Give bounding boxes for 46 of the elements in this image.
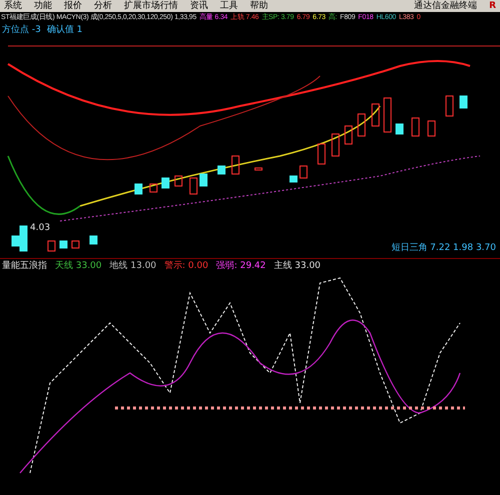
candle	[344, 126, 352, 144]
indicator-label: 方位点 -3	[2, 24, 41, 36]
candle	[396, 124, 404, 134]
candle	[318, 144, 326, 164]
candle	[460, 96, 468, 108]
menu-item[interactable]: 资讯	[190, 0, 208, 12]
indicator-label: 地线 13.00	[110, 260, 156, 272]
indicator-label: 量能五浪指	[2, 260, 47, 272]
indicator-label: 确认值 1	[46, 24, 82, 36]
indicator-label: 强弱: 29.42	[216, 260, 266, 272]
low-price-mark: 4.03	[30, 222, 50, 234]
menu-item[interactable]: 分析	[94, 0, 112, 12]
menu-item[interactable]: 帮助	[250, 0, 268, 12]
candle	[200, 174, 208, 186]
candle	[60, 240, 68, 248]
candle	[150, 184, 158, 192]
candle	[218, 166, 226, 174]
candle	[300, 166, 308, 178]
candle	[134, 184, 142, 194]
indicator-reading: 短日三角 7.22 1.98 3.70	[391, 242, 496, 254]
menu-item[interactable]: 扩展市场行情	[124, 0, 178, 12]
candle	[446, 96, 454, 116]
candle	[372, 104, 380, 126]
menu-item[interactable]: 工具	[220, 0, 238, 12]
window-title: 通达信金融终端	[414, 0, 478, 12]
candle	[90, 236, 98, 244]
indicator-label: 主线 33.00	[274, 260, 321, 272]
indicator-label: 警示: 0.00	[164, 260, 208, 272]
candle	[290, 176, 298, 182]
menu-item[interactable]: 功能	[34, 0, 52, 12]
menu-item[interactable]: 报价	[64, 0, 82, 12]
candle	[162, 178, 170, 188]
candle	[384, 98, 392, 132]
indicator-label: 天线 33.00	[55, 260, 102, 272]
candle	[232, 156, 240, 174]
menu-item[interactable]: 系统	[4, 0, 22, 12]
candle	[174, 176, 182, 186]
candle	[254, 168, 262, 170]
candle	[428, 120, 436, 136]
candle	[190, 178, 198, 194]
candle	[72, 240, 80, 248]
brand-label: R	[489, 0, 496, 12]
candle	[412, 118, 420, 136]
candle	[358, 114, 366, 136]
candle	[48, 240, 56, 252]
candle	[332, 134, 340, 156]
